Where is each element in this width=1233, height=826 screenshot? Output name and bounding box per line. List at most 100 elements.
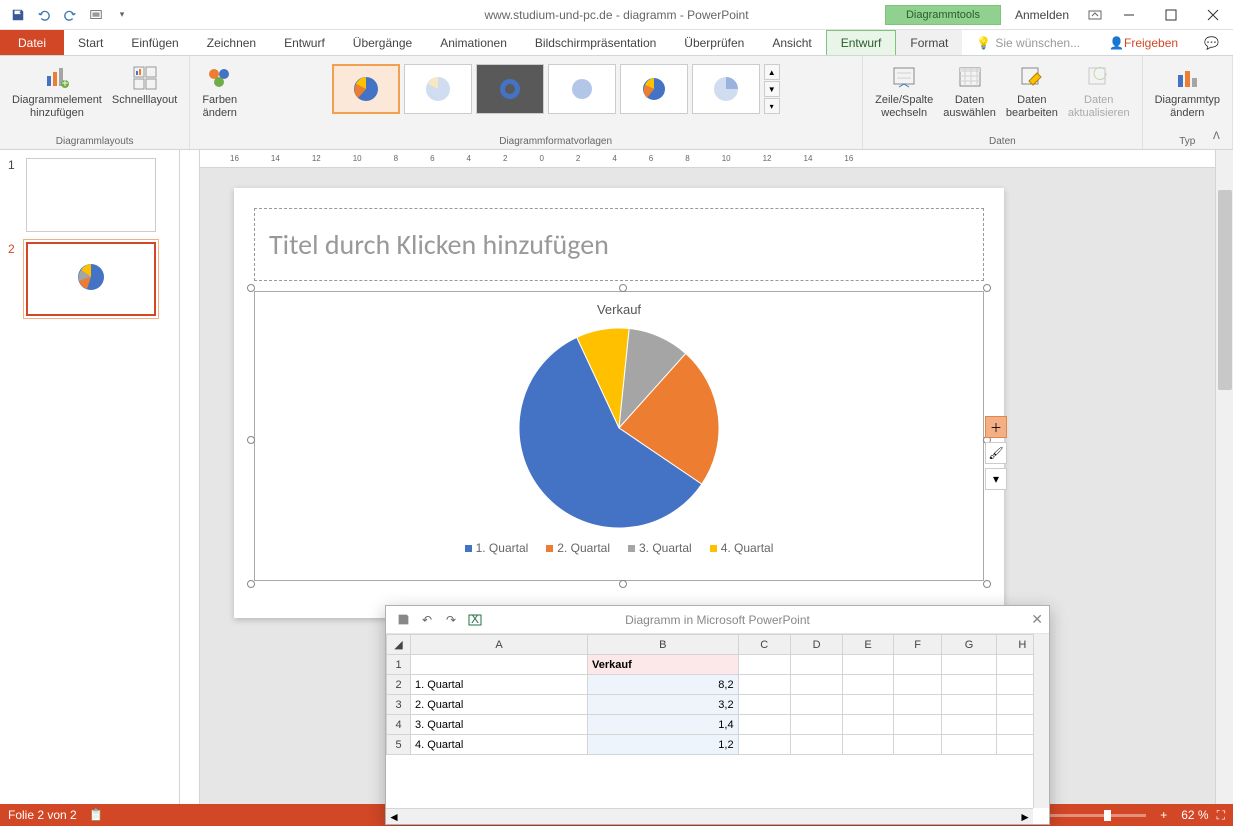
col-header-a[interactable]: A [411,635,588,655]
cell-a1[interactable] [411,655,588,675]
vertical-ruler[interactable] [180,150,200,804]
tab-chart-format[interactable]: Format [896,30,962,55]
tab-review[interactable]: Überprüfen [670,30,758,55]
tell-me-search[interactable]: 💡Sie wünschen... [962,30,1094,55]
redo-button[interactable] [58,3,82,27]
brush-icon: 🖌 [988,446,1003,460]
chart-data-sheet[interactable]: ↶ ↷ X Diagramm in Microsoft PowerPoint ✕… [385,605,1050,825]
ds-close-button[interactable]: ✕ [1031,611,1043,628]
ribbon-display-options[interactable] [1083,3,1107,27]
add-chart-element-button[interactable]: + Diagrammelement hinzufügen [8,60,106,122]
chart-style-5[interactable] [620,64,688,114]
ds-redo-button[interactable]: ↷ [440,609,462,631]
legend-item[interactable]: 4. Quartal [710,541,774,555]
chart-style-6[interactable] [692,64,760,114]
cell-b2[interactable]: 8,2 [588,675,739,695]
cell-a4[interactable]: 3. Quartal [411,715,588,735]
chart-styles-button[interactable]: 🖌 [985,442,1007,464]
pie-chart[interactable] [479,288,758,567]
tab-start[interactable]: Start [64,30,117,55]
chart-style-4[interactable] [548,64,616,114]
vertical-scrollbar[interactable] [1215,150,1233,804]
ribbon-group-layouts: + Diagrammelement hinzufügen Schnelllayo… [0,56,190,149]
tab-animations[interactable]: Animationen [426,30,521,55]
col-header-g[interactable]: G [942,635,996,655]
tab-transitions[interactable]: Übergänge [339,30,426,55]
slide-thumbnail-2[interactable] [26,242,156,316]
close-button[interactable] [1193,1,1233,29]
cell-b3[interactable]: 3,2 [588,695,739,715]
share-button[interactable]: 👤 Freigeben [1097,30,1190,55]
comments-button[interactable]: 💬 [1190,30,1233,55]
quick-layout-button[interactable]: Schnelllayout [108,60,181,122]
style-gallery-down[interactable]: ▼ [764,81,780,97]
data-grid[interactable]: ◢ A B C D E F G H 1Verkauf 21. Quartal8,… [386,634,1049,755]
svg-text:+: + [61,76,68,90]
ds-save-button[interactable] [392,609,414,631]
slide-canvas[interactable]: Titel durch Klicken hinzufügen Verkauf 1… [234,188,1004,618]
cell-b1[interactable]: Verkauf [588,655,739,675]
cell-b4[interactable]: 1,4 [588,715,739,735]
window-title: www.studium-und-pc.de - diagramm - Power… [484,8,748,22]
ds-horizontal-scrollbar[interactable]: ◄► [386,808,1033,824]
select-all-cell[interactable]: ◢ [387,635,411,655]
select-data-button[interactable]: Daten auswählen [939,60,1000,122]
qat-customize-dropdown[interactable]: ▾ [110,3,134,27]
edit-data-button[interactable]: Daten bearbeiten [1002,60,1062,122]
cell-a5[interactable]: 4. Quartal [411,735,588,755]
horizontal-ruler[interactable]: 1614121086420246810121416 [200,150,1215,168]
ds-vertical-scrollbar[interactable] [1033,634,1049,808]
minimize-button[interactable] [1109,1,1149,29]
maximize-button[interactable] [1151,1,1191,29]
tab-chart-design[interactable]: Entwurf [826,30,897,55]
sign-in-link[interactable]: Anmelden [1003,8,1081,22]
tab-insert[interactable]: Einfügen [117,30,192,55]
collapse-ribbon-button[interactable]: ᐱ [1213,131,1229,147]
ds-undo-button[interactable]: ↶ [416,609,438,631]
chart-elements-button[interactable]: ＋ [985,416,1007,438]
chart-style-1[interactable] [332,64,400,114]
lightbulb-icon: 💡 [976,36,991,50]
cell-a2[interactable]: 1. Quartal [411,675,588,695]
fit-to-window-button[interactable]: ⛶ [1217,808,1225,823]
notes-button[interactable]: 📋 [89,808,104,822]
chart-style-2[interactable] [404,64,472,114]
chart-tools-contextual-tab: Diagrammtools [885,5,1001,25]
cell-b5[interactable]: 1,2 [588,735,739,755]
chart-object[interactable]: Verkauf 1. Quartal2. Quartal3. Quartal4.… [254,291,984,581]
legend-item[interactable]: 3. Quartal [628,541,692,555]
cell-a3[interactable]: 2. Quartal [411,695,588,715]
plus-icon: ＋ [990,419,1002,436]
slide-count-status[interactable]: Folie 2 von 2 [8,808,77,822]
col-header-c[interactable]: C [738,635,790,655]
col-header-d[interactable]: D [790,635,842,655]
slide-thumbnail-1[interactable] [26,158,156,232]
switch-row-column-button[interactable]: Zeile/Spalte wechseln [871,60,937,122]
style-gallery-up[interactable]: ▲ [764,64,780,80]
save-button[interactable] [6,3,30,27]
tab-file[interactable]: Datei [0,30,64,55]
tab-slideshow[interactable]: Bildschirmpräsentation [521,30,670,55]
slide-number-1: 1 [8,158,20,232]
tab-view[interactable]: Ansicht [758,30,825,55]
title-placeholder[interactable]: Titel durch Klicken hinzufügen [254,208,984,281]
tab-draw[interactable]: Zeichnen [193,30,270,55]
change-colors-button[interactable]: Farben ändern [198,60,241,122]
undo-button[interactable] [32,3,56,27]
style-gallery-more[interactable]: ▾ [764,98,780,114]
tab-design[interactable]: Entwurf [270,30,339,55]
slide-panel[interactable]: 1 2 [0,150,180,804]
col-header-e[interactable]: E [843,635,893,655]
col-header-b[interactable]: B [588,635,739,655]
ds-excel-button[interactable]: X [464,609,486,631]
change-chart-type-button[interactable]: Diagrammtyp ändern [1151,60,1224,122]
chart-filters-button[interactable]: ▾ [985,468,1007,490]
chart-style-3[interactable] [476,64,544,114]
legend-item[interactable]: 1. Quartal [465,541,529,555]
data-sheet-titlebar[interactable]: ↶ ↷ X Diagramm in Microsoft PowerPoint ✕ [386,606,1049,634]
zoom-slider[interactable] [1046,814,1146,817]
zoom-level[interactable]: 62 % [1181,808,1208,822]
col-header-f[interactable]: F [893,635,942,655]
share-icon: 👤 [1109,36,1124,50]
start-from-beginning-button[interactable] [84,3,108,27]
